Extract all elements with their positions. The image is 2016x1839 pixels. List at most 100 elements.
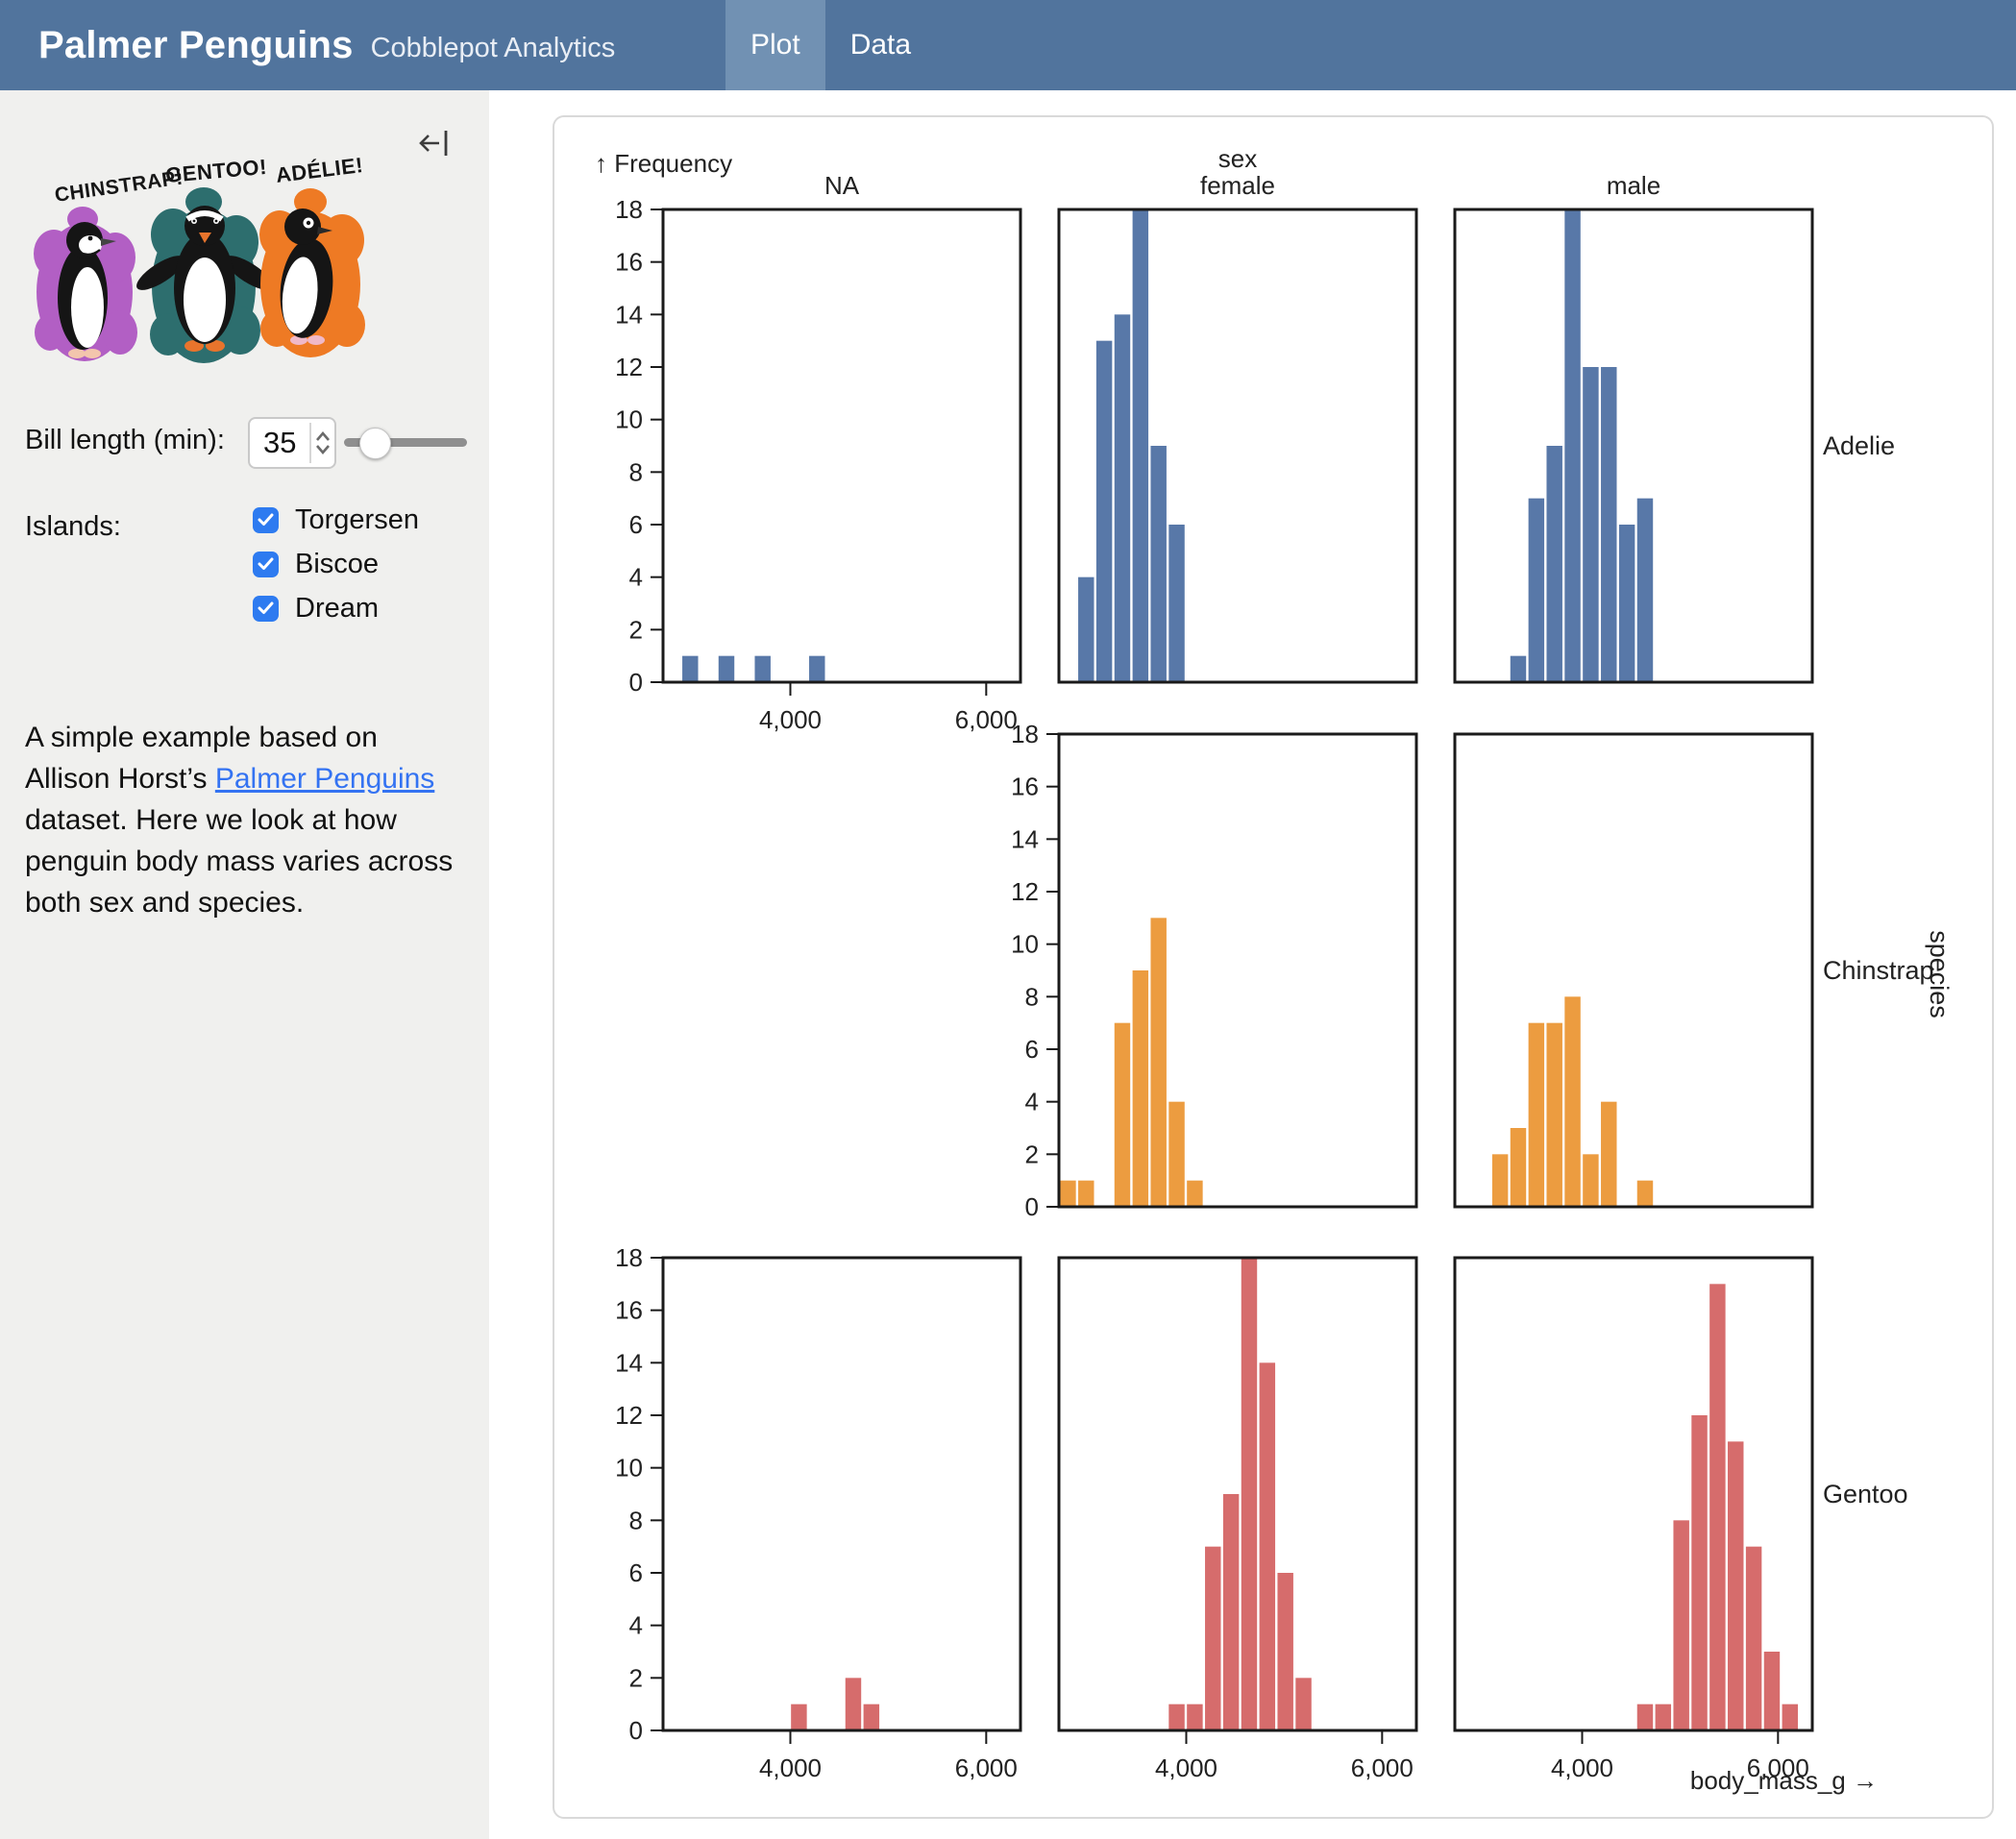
y-tick-label: 2 [629, 1663, 643, 1692]
histogram-bar [1601, 1102, 1616, 1207]
histogram-bar [682, 656, 698, 682]
chart-frame [663, 1258, 1020, 1730]
y-tick-label: 18 [615, 1243, 643, 1272]
adelie-label: ADÉLIE! [275, 153, 365, 187]
y-tick-label: 12 [1011, 877, 1039, 906]
checkbox-row-biscoe[interactable]: Biscoe [253, 548, 379, 580]
chart-frame [663, 209, 1020, 682]
sidebar: CHINSTRAP! GENTOO! ADÉLIE! Bill length (… [0, 90, 489, 1839]
histogram-bar [1709, 1284, 1725, 1730]
histogram-bar [791, 1704, 806, 1730]
facet-y-field-label: species [1925, 930, 1954, 1018]
tab-data[interactable]: Data [825, 0, 936, 90]
app-title: Palmer Penguins [38, 24, 354, 67]
sidebar-description: A simple example based on Allison Horst’… [25, 717, 463, 923]
nav-tabs: Plot Data [725, 0, 936, 90]
y-tick-label: 16 [615, 1296, 643, 1325]
slider-handle[interactable] [359, 428, 391, 459]
histogram-bar [1096, 341, 1112, 682]
islands-label: Islands: [25, 511, 121, 543]
y-tick-label: 16 [615, 248, 643, 277]
histogram-bar [1691, 1415, 1707, 1730]
checkbox-torgersen[interactable] [253, 507, 279, 533]
y-tick-label: 18 [615, 195, 643, 224]
histogram-bar [1242, 1258, 1257, 1730]
histogram-bar [1511, 1128, 1526, 1207]
app-subtitle: Cobblepot Analytics [371, 27, 616, 64]
histogram-bar [1583, 1154, 1598, 1207]
checkmark-icon [258, 557, 274, 571]
chart-frame [1455, 734, 1812, 1207]
checkbox-label: Torgersen [295, 504, 419, 536]
x-tick-label: 6,000 [1747, 1753, 1809, 1782]
histogram-bar [1637, 499, 1653, 682]
y-tick-label: 16 [1011, 772, 1039, 801]
histogram-bar [1529, 499, 1544, 682]
facet-column-label: NA [824, 171, 860, 200]
bill-length-stepper[interactable] [309, 423, 334, 463]
palmer-penguins-link[interactable]: Palmer Penguins [215, 763, 434, 795]
app-window: Palmer Penguins Cobblepot Analytics Plot… [0, 0, 2016, 1839]
histogram-bar [1277, 1573, 1292, 1730]
chart-frame [1059, 734, 1416, 1207]
checkbox-row-torgersen[interactable]: Torgersen [253, 503, 419, 536]
description-text: dataset. Here we look at how penguin bod… [25, 804, 453, 919]
histogram-bar [1746, 1547, 1761, 1730]
chinstrap-penguin-illustration [34, 207, 137, 361]
y-tick-label: 14 [1011, 824, 1039, 853]
y-tick-label: 4 [629, 563, 643, 592]
y-tick-label: 6 [629, 510, 643, 539]
facet-histogram-plot: ↑ Frequencybody_mass_g →sexNAfemalemaleA… [554, 117, 1992, 1817]
histogram-bar [1260, 1362, 1275, 1730]
bill-length-input[interactable] [250, 425, 309, 461]
histogram-bar [809, 656, 824, 682]
facet-row-label: Adelie [1823, 431, 1895, 460]
bill-length-slider[interactable] [344, 415, 467, 467]
gentoo-penguin-illustration [132, 187, 278, 363]
histogram-bar [1223, 1494, 1239, 1730]
histogram-bar [846, 1678, 861, 1730]
y-tick-label: 6 [629, 1558, 643, 1587]
checkbox-dream[interactable] [253, 596, 279, 622]
checkbox-biscoe[interactable] [253, 552, 279, 577]
penguin-artwork: CHINSTRAP! GENTOO! ADÉLIE! [19, 152, 380, 378]
histogram-bar [1564, 209, 1580, 682]
histogram-bar [1546, 446, 1561, 682]
x-tick-label: 6,000 [955, 1753, 1018, 1782]
facet-column-label: male [1607, 171, 1660, 200]
collapse-sidebar-button[interactable] [418, 129, 451, 158]
histogram-bar [1295, 1678, 1311, 1730]
histogram-bar [1583, 367, 1598, 682]
checkbox-label: Biscoe [295, 549, 379, 580]
stepper-down-icon [315, 444, 331, 454]
y-axis-title: ↑ Frequency [595, 149, 732, 178]
histogram-bar [1168, 525, 1184, 682]
histogram-bar [1078, 1181, 1094, 1207]
x-tick-label: 6,000 [955, 705, 1018, 734]
histogram-bar [1511, 656, 1526, 682]
x-tick-label: 6,000 [1351, 1753, 1414, 1782]
plot-card: ↑ Frequencybody_mass_g →sexNAfemalemaleA… [553, 115, 1994, 1819]
histogram-bar [1492, 1154, 1508, 1207]
y-tick-label: 2 [1025, 1140, 1039, 1168]
histogram-bar [1115, 1023, 1130, 1207]
brand: Palmer Penguins Cobblepot Analytics [38, 0, 615, 90]
stepper-up-icon [315, 431, 331, 442]
histogram-bar [1601, 367, 1616, 682]
histogram-bar [1115, 314, 1130, 682]
tab-plot[interactable]: Plot [725, 0, 825, 90]
checkbox-row-dream[interactable]: Dream [253, 592, 379, 625]
histogram-bar [1168, 1102, 1184, 1207]
chart-frame [1059, 209, 1416, 682]
adelie-penguin-illustration [259, 188, 365, 357]
histogram-bar [1529, 1023, 1544, 1207]
y-tick-label: 8 [629, 1506, 643, 1534]
x-tick-label: 4,000 [759, 705, 822, 734]
y-tick-label: 14 [615, 300, 643, 329]
y-tick-label: 14 [615, 1348, 643, 1377]
histogram-bar [1728, 1441, 1743, 1730]
checkmark-icon [258, 513, 274, 527]
y-tick-label: 12 [615, 1401, 643, 1430]
y-tick-label: 4 [629, 1611, 643, 1640]
y-tick-label: 0 [1025, 1192, 1039, 1221]
